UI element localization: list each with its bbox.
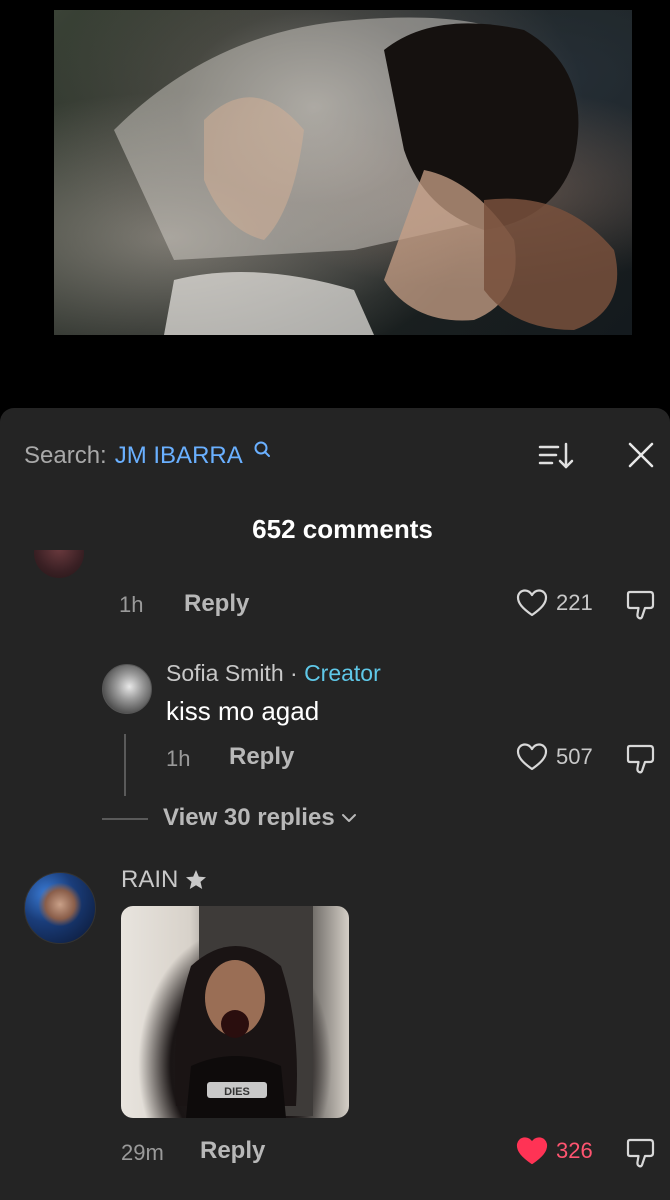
gif-text: DIES xyxy=(224,1086,250,1098)
heart-icon xyxy=(516,1137,548,1165)
view-replies-button[interactable]: View 30 replies xyxy=(163,804,357,832)
heart-icon xyxy=(516,589,548,617)
dislike-icon[interactable] xyxy=(624,588,658,622)
like-count: 507 xyxy=(556,744,593,769)
search-term[interactable]: JM IBARRA xyxy=(115,442,243,470)
sort-icon[interactable] xyxy=(538,440,574,472)
search-prefix: Search: xyxy=(24,442,107,469)
video-frame[interactable] xyxy=(54,10,632,335)
divider xyxy=(102,818,148,820)
reply-button[interactable]: Reply xyxy=(184,590,249,618)
author-name[interactable]: Sofia Smith xyxy=(166,660,284,686)
comment-time: 1h xyxy=(119,592,144,617)
comments-count: 652 comments xyxy=(252,514,433,544)
reply-button[interactable]: Reply xyxy=(229,743,294,771)
like-count: 221 xyxy=(556,590,593,615)
close-icon[interactable] xyxy=(626,440,656,470)
search-suggestion[interactable]: Search: JM IBARRA xyxy=(24,441,271,470)
like-button[interactable]: 326 xyxy=(516,1136,593,1166)
reply-button[interactable]: Reply xyxy=(200,1137,265,1165)
author-line: RAIN xyxy=(121,866,208,894)
chevron-down-icon xyxy=(341,814,356,822)
dislike-icon[interactable] xyxy=(624,1136,658,1170)
comment-time: 29m xyxy=(121,1140,164,1165)
avatar[interactable] xyxy=(34,550,84,578)
dislike-icon[interactable] xyxy=(624,742,658,776)
separator: · xyxy=(290,660,298,686)
comment-time: 1h xyxy=(166,746,191,771)
like-button[interactable]: 221 xyxy=(516,588,593,618)
heart-icon xyxy=(516,743,548,771)
author-name[interactable]: RAIN xyxy=(121,866,178,894)
avatar[interactable] xyxy=(24,872,96,944)
avatar[interactable] xyxy=(102,664,152,714)
like-count: 326 xyxy=(556,1138,593,1163)
gif-scene: DIES xyxy=(175,906,313,1118)
thread-line xyxy=(124,734,126,796)
comment-text: kiss mo agad xyxy=(166,696,320,726)
comment-gif[interactable]: DIES xyxy=(121,906,349,1118)
view-replies-label: View 30 replies xyxy=(163,804,335,831)
star-icon xyxy=(186,870,207,889)
like-button[interactable]: 507 xyxy=(516,742,593,772)
video-scene xyxy=(114,17,618,335)
search-icon xyxy=(254,441,270,457)
creator-badge: Creator xyxy=(304,660,381,686)
reply-author-line: Sofia Smith · Creator xyxy=(166,660,381,687)
